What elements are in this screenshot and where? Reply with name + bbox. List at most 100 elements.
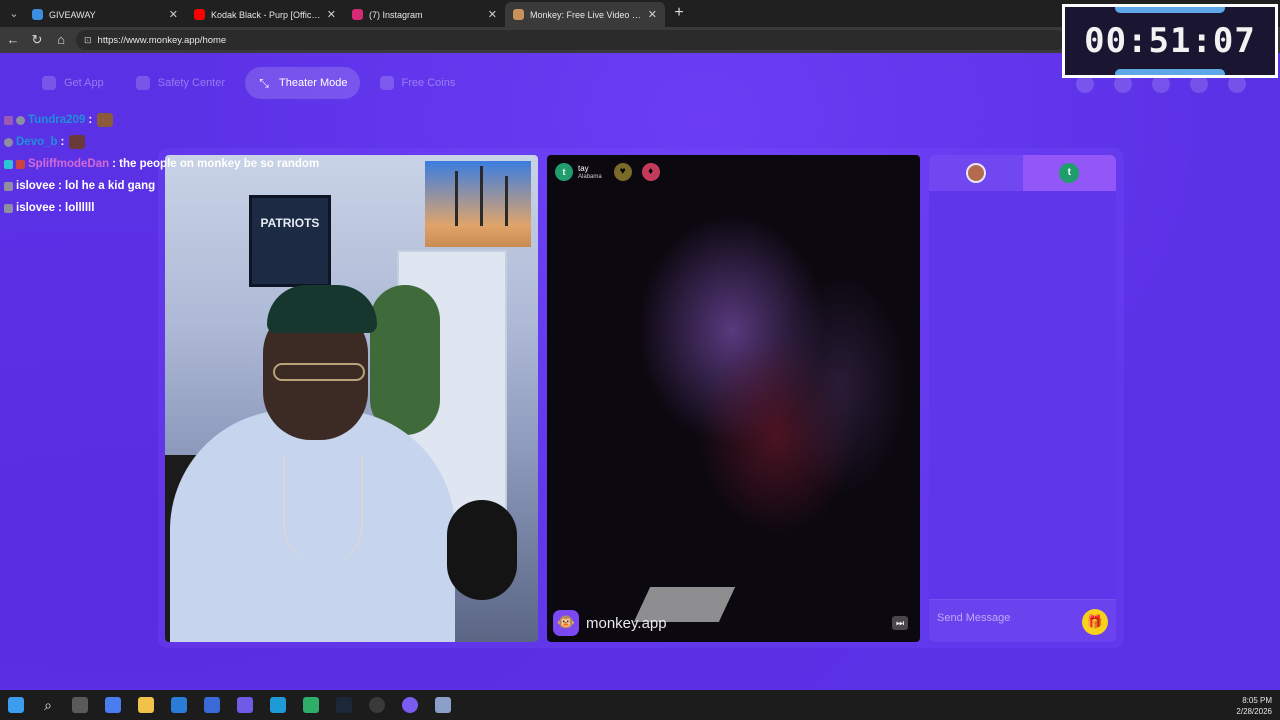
instagram-favicon-icon: [352, 9, 363, 20]
get-app-button[interactable]: Get App: [30, 67, 116, 99]
monkey-logo-icon: 🐵: [553, 610, 579, 636]
apps-icon[interactable]: [237, 697, 253, 713]
giveaway-favicon-icon: [32, 9, 43, 20]
windows-start-icon[interactable]: [8, 697, 24, 713]
remote-video: t tay Alabama ♥ ♦ 🐵 monkey.app ⏭: [547, 155, 920, 642]
edge-icon[interactable]: [270, 697, 286, 713]
badge-icon: [4, 181, 13, 191]
chat-panel: t Send Message 🎁: [929, 155, 1116, 642]
browser-tab-monkey[interactable]: Monkey: Free Live Video Chat ✕: [505, 2, 665, 27]
chat-colon: :: [88, 114, 93, 126]
microphone: [447, 500, 517, 600]
close-tab-icon[interactable]: ✕: [488, 8, 497, 21]
gift-icon[interactable]: 🎁: [1082, 609, 1108, 635]
chat-message: Tundra209 :: [4, 109, 334, 131]
mod-badge-icon: [16, 115, 25, 125]
tab-peer-chat[interactable]: t: [1022, 155, 1116, 191]
peer-text: tay Alabama: [578, 164, 602, 181]
chat-message: Devo_b :: [4, 131, 334, 153]
theater-mode-button[interactable]: ⤡ Theater Mode: [245, 67, 360, 99]
obs-icon[interactable]: [369, 697, 385, 713]
chat-message: islovee : lollllll: [4, 197, 334, 219]
close-tab-icon[interactable]: ✕: [169, 8, 178, 21]
palm-tree-painting: [425, 161, 531, 247]
app-icon[interactable]: [303, 697, 319, 713]
chat-text: lollllll: [65, 202, 95, 214]
send-message-input[interactable]: Send Message: [937, 612, 1010, 624]
free-coins-button[interactable]: Free Coins: [368, 67, 468, 99]
site-info-icon[interactable]: ⊡: [84, 35, 92, 46]
get-app-label: Get App: [64, 77, 104, 89]
theater-mode-label: Theater Mode: [279, 77, 348, 89]
peer-location: Alabama: [578, 173, 602, 180]
steam-icon[interactable]: [336, 697, 352, 713]
tab-label: Monkey: Free Live Video Chat: [530, 9, 642, 20]
stream-chat: Tundra209 : Devo_b : SpliffmodeDan : the…: [4, 109, 334, 219]
gift-badge-icon[interactable]: ♦: [641, 163, 660, 181]
badge-icon: [16, 159, 25, 169]
chat-text: the people on monkey be so random: [119, 158, 320, 170]
coins-icon: [379, 76, 394, 90]
chat-username[interactable]: Tundra209: [28, 114, 85, 126]
back-arrow-icon[interactable]: ←: [5, 32, 21, 48]
youtube-favicon-icon: [194, 9, 205, 20]
person-glasses: [273, 363, 365, 381]
safety-center-button[interactable]: Safety Center: [124, 67, 237, 99]
clock-date: 2/28/2026: [1236, 707, 1272, 716]
chat-message: SpliffmodeDan : the people on monkey be …: [4, 153, 334, 175]
shield-icon: [135, 76, 150, 90]
plant: [370, 285, 440, 435]
safety-center-label: Safety Center: [157, 77, 226, 89]
message-composer[interactable]: Send Message 🎁: [929, 599, 1116, 642]
tab-list-chevron-icon[interactable]: ⌄: [6, 6, 22, 22]
person-chain: [283, 455, 363, 565]
monkey-watermark: 🐵 monkey.app: [553, 610, 667, 636]
chat-username[interactable]: islovee: [16, 180, 55, 192]
tab-label: GIVEAWAY: [49, 9, 96, 20]
task-view-icon[interactable]: [72, 697, 88, 713]
peer-info: t tay Alabama ♥ ♦: [555, 163, 670, 181]
close-tab-icon[interactable]: ✕: [327, 8, 336, 21]
chat-username[interactable]: SpliffmodeDan: [28, 158, 109, 170]
timer-accent: [1115, 7, 1225, 13]
monkey-favicon-icon: [513, 9, 524, 20]
discord-icon[interactable]: [402, 697, 418, 713]
browser-tab-giveaway[interactable]: GIVEAWAY ✕: [24, 2, 186, 27]
outlook-icon[interactable]: [171, 697, 187, 713]
emote-icon: [97, 113, 114, 127]
browser-tab-youtube[interactable]: Kodak Black - Purp [Official Audio] ✕: [186, 2, 344, 27]
chat-panel-tabs: t: [929, 155, 1116, 191]
chat-username[interactable]: islovee: [16, 202, 55, 214]
heart-icon[interactable]: ♥: [613, 163, 632, 181]
stream-timer: 00:51:07: [1062, 4, 1278, 78]
new-tab-plus-icon[interactable]: +: [671, 4, 687, 22]
home-icon[interactable]: ⌂: [53, 32, 69, 48]
clock-time: 8:05 PM: [1242, 696, 1272, 705]
reload-icon[interactable]: ↻: [29, 32, 45, 48]
notepad-icon[interactable]: [435, 697, 451, 713]
local-video: PATRIOTS: [165, 155, 538, 642]
my-avatar: [965, 163, 986, 183]
free-coins-label: Free Coins: [401, 77, 456, 89]
search-icon[interactable]: ⌕: [40, 697, 56, 713]
brand-name: monkey.app: [586, 614, 667, 632]
system-clock[interactable]: 8:05 PM 2/28/2026: [1236, 695, 1272, 717]
peer-name: tay: [578, 163, 589, 173]
sub-badge-icon: [4, 115, 13, 125]
url-field[interactable]: ⊡ https://www.monkey.app/home: [76, 30, 1066, 50]
chat-username[interactable]: Devo_b: [16, 136, 58, 148]
chat-text: lol he a kid gang: [65, 180, 156, 192]
store-icon[interactable]: [204, 697, 220, 713]
file-explorer-icon[interactable]: [138, 697, 154, 713]
skip-icon[interactable]: ⏭: [892, 616, 908, 630]
browser-tab-instagram[interactable]: (7) Instagram ✕: [344, 2, 505, 27]
copilot-icon[interactable]: [105, 697, 121, 713]
chat-colon: :: [112, 158, 120, 170]
tab-my-profile[interactable]: [929, 155, 1023, 191]
badge-icon: [4, 137, 13, 147]
peer-avatar[interactable]: t: [555, 163, 573, 181]
close-tab-icon[interactable]: ✕: [648, 8, 657, 21]
remote-video-blur: [777, 275, 907, 495]
person-cap: [267, 285, 377, 333]
chat-message: islovee : lol he a kid gang: [4, 175, 334, 197]
